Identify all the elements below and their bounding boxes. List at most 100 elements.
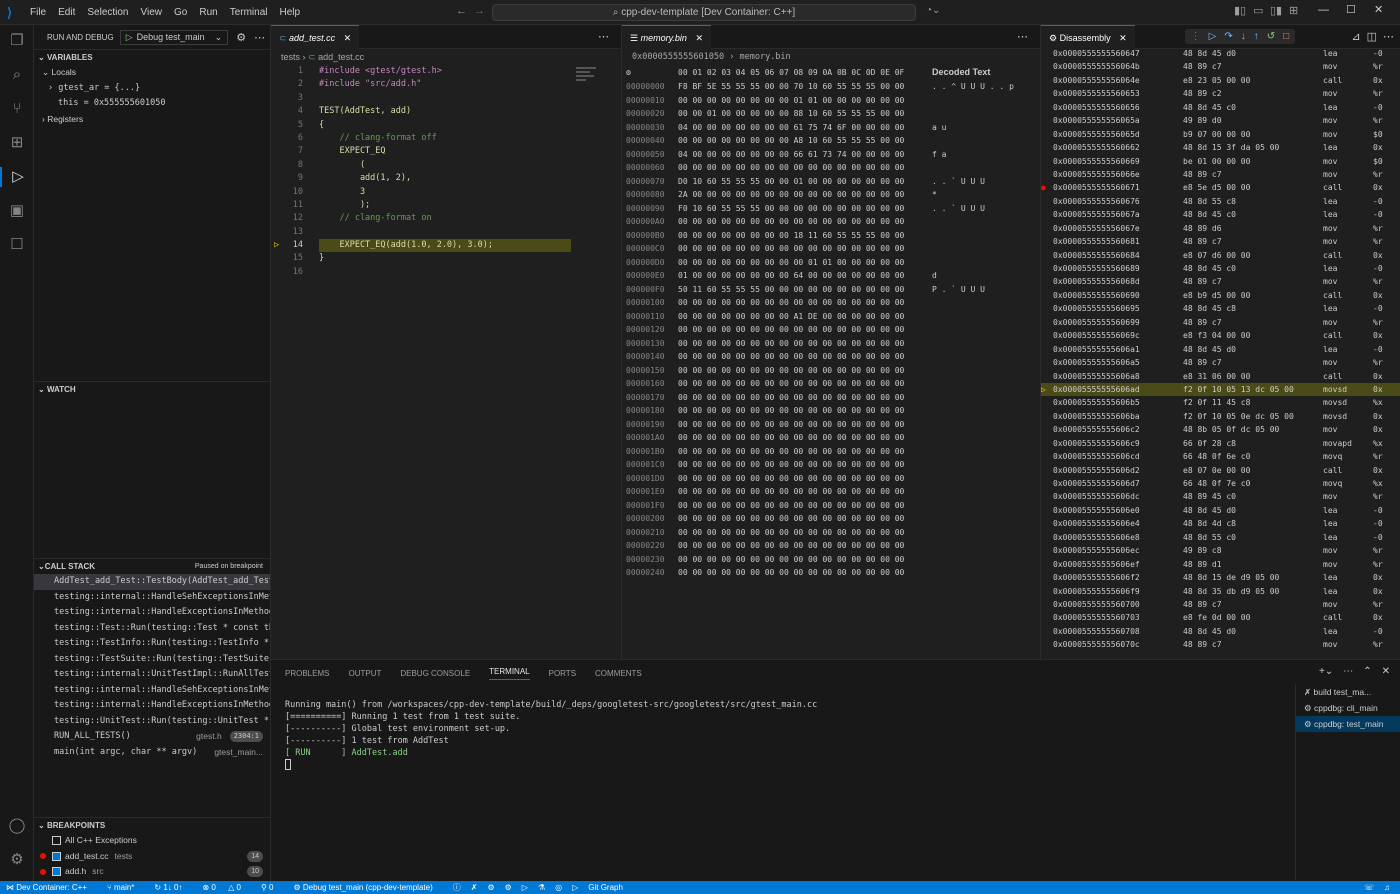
- disassembly-row[interactable]: 0x00005555555606ec 49 89 c8 mov %r: [1041, 544, 1400, 557]
- more-actions-icon[interactable]: ⋯: [1383, 30, 1394, 43]
- terminal-instance[interactable]: ✗ build test_ma...: [1296, 684, 1400, 700]
- call-stack-frame[interactable]: testing::internal::UnitTestImpl::RunAllT…: [34, 667, 270, 683]
- accounts-icon[interactable]: ◯: [7, 816, 27, 836]
- call-stack-frame[interactable]: testing::Test::Run(testing::Test * const…: [34, 621, 270, 637]
- chat-icon[interactable]: ☐: [7, 235, 27, 255]
- disassembly-row[interactable]: 0x0000555555560699 48 89 c7 mov %r: [1041, 316, 1400, 329]
- call-stack-frame[interactable]: testing::internal::HandleSehExceptionsIn…: [34, 683, 270, 699]
- breadcrumb-address[interactable]: 0x0000555555601050: [632, 52, 724, 62]
- close-panel-icon[interactable]: ✕: [1382, 666, 1390, 677]
- more-actions-icon[interactable]: ⋯: [598, 30, 609, 43]
- disassembly-row[interactable]: 0x000055555556065a 49 89 d0 mov %r: [1041, 114, 1400, 127]
- start-debug-icon[interactable]: ▷: [126, 32, 133, 43]
- code-area[interactable]: 1 #include <gtest/gtest.h> 2 #include "src/…: [271, 65, 621, 279]
- run-icon[interactable]: ▷: [522, 881, 528, 894]
- disassembly-row[interactable]: 0x00005555555606a5 48 89 c7 mov %r: [1041, 356, 1400, 369]
- disassembly-row[interactable]: 0x0000555555560708 48 8d 45 d0 lea -0: [1041, 625, 1400, 638]
- menu-item[interactable]: Help: [274, 7, 307, 18]
- call-stack-header[interactable]: ⌄ CALL STACK Paused on breakpoint: [34, 558, 270, 574]
- disassembly-row[interactable]: 0x000055555556067a 48 8d 45 c0 lea -0: [1041, 208, 1400, 221]
- call-stack-frame[interactable]: testing::internal::HandleExceptionsInMet…: [34, 698, 270, 714]
- watch-section-header[interactable]: ⌄ WATCH: [34, 381, 270, 397]
- variable-row[interactable]: › gtest_ar = {...}: [34, 81, 270, 97]
- breakpoint-checkbox[interactable]: [52, 836, 61, 846]
- git-graph[interactable]: Git Graph: [588, 881, 623, 894]
- disassembly-row[interactable]: 0x00005555555606c2 48 8b 05 0f dc 05 00 mo…: [1041, 423, 1400, 436]
- toggle-secondary-sidebar-icon[interactable]: ▯▮: [1270, 4, 1282, 17]
- terminal-instance[interactable]: ⚙ cppdbg: cli_main: [1296, 700, 1400, 716]
- close-window-icon[interactable]: ✕: [1374, 3, 1383, 16]
- problems-status[interactable]: ⊗ 0 △ 0: [202, 881, 250, 894]
- source-control-icon[interactable]: ⑂: [7, 99, 27, 119]
- settings-gear-icon[interactable]: ⚙: [622, 65, 678, 80]
- call-stack-frame[interactable]: testing::TestInfo::Run(testing::TestInfo…: [34, 636, 270, 652]
- breadcrumb-dir[interactable]: tests: [281, 52, 300, 62]
- new-terminal-icon[interactable]: +⌄: [1319, 666, 1333, 677]
- breakpoint-checkbox[interactable]: [52, 851, 61, 861]
- disassembly-row[interactable]: 0x000055555556064e e8 23 05 00 00 call 0x: [1041, 74, 1400, 87]
- disassembly-row[interactable]: 0x0000555555560695 48 8d 45 c8 lea -0: [1041, 302, 1400, 315]
- disassembly-row[interactable]: 0x00005555555606cd 66 48 0f 6e c0 movq %r: [1041, 450, 1400, 463]
- back-arrow-icon[interactable]: ←: [456, 5, 467, 17]
- disassembly-row[interactable]: 0x00005555555606f9 48 8d 35 db d9 05 00 le…: [1041, 585, 1400, 598]
- breakpoints-header[interactable]: ⌄ BREAKPOINTS: [34, 817, 270, 833]
- continue-icon[interactable]: ▷: [1209, 31, 1217, 42]
- remote-explorer-icon[interactable]: ▣: [7, 201, 27, 221]
- disassembly-row[interactable]: 0x0000555555560684 e8 07 d6 00 00 call 0x: [1041, 249, 1400, 262]
- step-into-icon[interactable]: ↓: [1241, 31, 1246, 42]
- copilot-icon[interactable]: ◔⌄: [926, 5, 940, 16]
- disassembly-row[interactable]: 0x000055555556066e 48 89 c7 mov %r: [1041, 168, 1400, 181]
- disassembly-row[interactable]: 0x000055555556070c 48 89 c7 mov %r: [1041, 638, 1400, 651]
- sync-status[interactable]: ↻ 1↓ 0↑: [154, 881, 192, 894]
- breadcrumb-file[interactable]: memory.bin: [739, 52, 790, 62]
- disassembly-row[interactable]: 0x00005555555606d2 e8 07 0e 00 00 call 0x: [1041, 464, 1400, 477]
- panel-tab[interactable]: PROBLEMS: [285, 669, 329, 678]
- menu-item[interactable]: Selection: [81, 7, 134, 18]
- debug-gear-icon[interactable]: ⚙: [505, 881, 512, 894]
- remote-indicator[interactable]: ⋈ Dev Container: C++: [0, 881, 97, 894]
- disassembly-row[interactable]: 0x0000555555560676 48 8d 55 c8 lea -0: [1041, 195, 1400, 208]
- panel-tab[interactable]: PORTS: [549, 669, 576, 678]
- call-stack-frame[interactable]: testing::internal::HandleSehExceptionsIn…: [34, 590, 270, 606]
- tab-disassembly[interactable]: ⚙ Disassembly ✕: [1041, 24, 1135, 49]
- disassembly-row[interactable]: 0x00005555555606ef 48 89 d1 mov %r: [1041, 558, 1400, 571]
- toggle-panel-icon[interactable]: ▭: [1253, 4, 1263, 17]
- panel-tab[interactable]: TERMINAL: [489, 667, 530, 680]
- menu-item[interactable]: Go: [168, 7, 193, 18]
- disassembly-row[interactable]: 0x0000555555560656 48 8d 45 c0 lea -0: [1041, 101, 1400, 114]
- disassembly-row[interactable]: 0x00005555555606a8 e8 31 06 00 00 call 0x: [1041, 370, 1400, 383]
- variables-section-header[interactable]: ⌄ VARIABLES: [34, 49, 270, 65]
- command-center[interactable]: ⌕ cpp-dev-template [Dev Container: C++]: [492, 4, 916, 21]
- disassembly-row[interactable]: 0x00005555555606f2 48 8d 15 de d9 05 00 le…: [1041, 571, 1400, 584]
- disassembly-row[interactable]: 0x00005555555606ba f2 0f 10 05 0e dc 05 0…: [1041, 410, 1400, 423]
- call-stack-frame[interactable]: testing::UnitTest::Run(testing::UnitTest…: [34, 714, 270, 730]
- bell-icon[interactable]: ♫: [1384, 881, 1390, 894]
- open-launch-json-icon[interactable]: ⚙: [236, 31, 246, 44]
- split-editor-icon[interactable]: ◫: [1367, 30, 1377, 43]
- disassembly-row[interactable]: 0x000055555556067e 48 89 d6 mov %r: [1041, 222, 1400, 235]
- panel-tab[interactable]: OUTPUT: [348, 669, 381, 678]
- breakpoint-checkbox[interactable]: [52, 867, 61, 877]
- disassembly-row[interactable]: 0x0000555555560700 48 89 c7 mov %r: [1041, 598, 1400, 611]
- call-stack-frame[interactable]: AddTest_add_Test::TestBody(AddTest_add_T…: [34, 574, 270, 590]
- tab-memory-bin[interactable]: ☰ memory.bin ✕: [622, 24, 711, 49]
- debug-status[interactable]: ⚙ Debug test_main (cpp-dev-template): [293, 881, 442, 894]
- drag-handle-icon[interactable]: ⋮: [1191, 31, 1201, 42]
- disassembly-row[interactable]: 0x0000555555560689 48 8d 45 c0 lea -0: [1041, 262, 1400, 275]
- disassembly-row[interactable]: 0x00005555555606e0 48 8d 45 d0 lea -0: [1041, 504, 1400, 517]
- disassembly-row[interactable]: 0x000055555556064b 48 89 c7 mov %r: [1041, 60, 1400, 73]
- notifications-icon[interactable]: ☏: [1364, 881, 1374, 894]
- disassembly-row[interactable]: 0x000055555556068d 48 89 c7 mov %r: [1041, 275, 1400, 288]
- menu-item[interactable]: Edit: [52, 7, 81, 18]
- disassembly-row[interactable]: 0x000055555556069c e8 f3 04 00 00 call 0x: [1041, 329, 1400, 342]
- restart-icon[interactable]: ↺: [1267, 31, 1275, 42]
- git-branch[interactable]: ⑂ main*: [107, 881, 144, 894]
- more-actions-icon[interactable]: ⋯: [1343, 666, 1353, 677]
- menu-item[interactable]: View: [135, 7, 169, 18]
- minimize-icon[interactable]: —: [1318, 4, 1329, 16]
- explorer-icon[interactable]: ❐: [7, 31, 27, 51]
- search-icon[interactable]: ⌕: [7, 65, 27, 85]
- tools-icon[interactable]: ✗: [471, 881, 478, 894]
- maximize-icon[interactable]: ☐: [1346, 3, 1356, 16]
- manage-gear-icon[interactable]: ⚙: [7, 850, 27, 870]
